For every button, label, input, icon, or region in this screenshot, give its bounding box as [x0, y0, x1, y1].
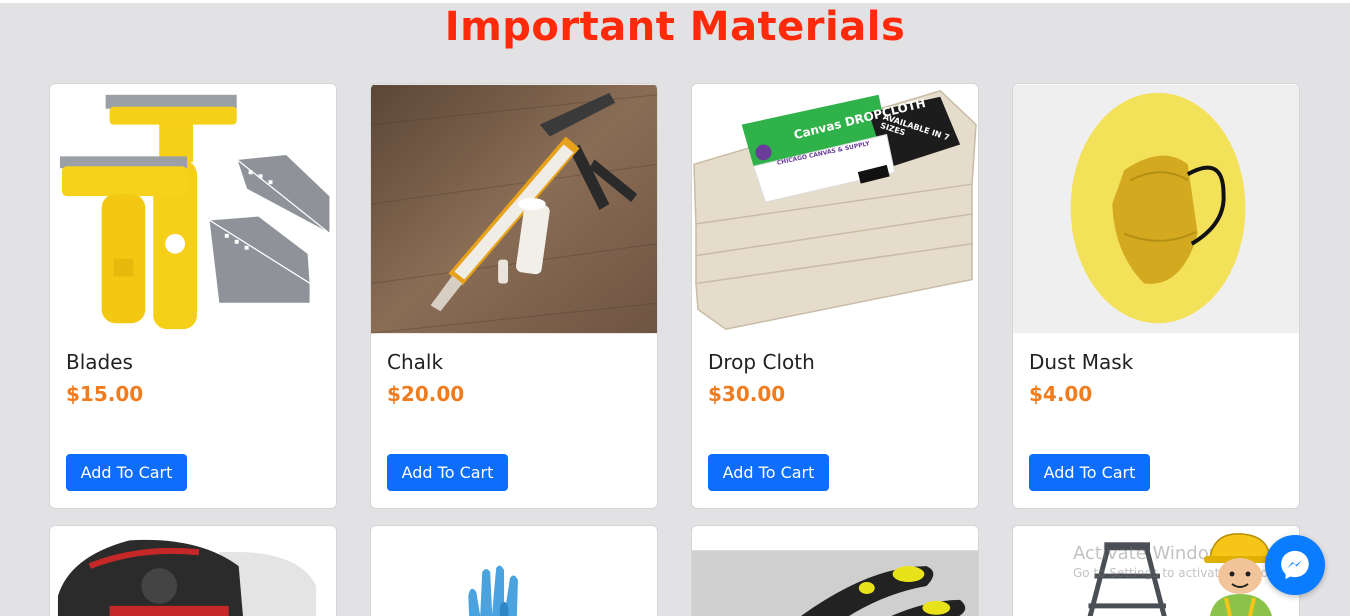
gloves-image [371, 526, 657, 616]
product-price: $20.00 [387, 382, 465, 406]
add-to-cart-button[interactable]: Add To Cart [1029, 454, 1150, 491]
sander-image [50, 526, 336, 616]
product-card-gloves [370, 525, 658, 616]
blades-image [50, 84, 336, 334]
add-to-cart-button[interactable]: Add To Cart [66, 454, 187, 491]
product-name: Dust Mask [1029, 350, 1134, 374]
product-card-drop-cloth: Canvas DROPCLOTH AVAILABLE IN 7 SIZES CH… [691, 83, 979, 509]
product-price: $30.00 [708, 382, 786, 406]
product-price: $4.00 [1029, 382, 1093, 406]
page-title: Important Materials [444, 4, 906, 50]
product-name: Chalk [387, 350, 444, 374]
product-card-scraper [691, 525, 979, 616]
product-card-blades: Blades $15.00 Add To Cart [49, 83, 337, 509]
product-name: Drop Cloth [708, 350, 815, 374]
top-border [0, 0, 1350, 3]
product-card-dust-mask: Dust Mask $4.00 Add To Cart [1012, 83, 1300, 509]
messenger-chat-button[interactable] [1265, 535, 1325, 595]
product-name: Blades [66, 350, 133, 374]
add-to-cart-button[interactable]: Add To Cart [708, 454, 829, 491]
product-card-chalk: Chalk $20.00 Add To Cart [370, 83, 658, 509]
messenger-icon [1281, 550, 1309, 580]
add-to-cart-button[interactable]: Add To Cart [387, 454, 508, 491]
product-price: $15.00 [66, 382, 144, 406]
drop-cloth-image: Canvas DROPCLOTH AVAILABLE IN 7 SIZES CH… [692, 84, 978, 334]
scraper-image [692, 526, 978, 616]
product-card-sander [49, 525, 337, 616]
dust-mask-image [1013, 84, 1299, 334]
chalk-image [371, 84, 657, 334]
